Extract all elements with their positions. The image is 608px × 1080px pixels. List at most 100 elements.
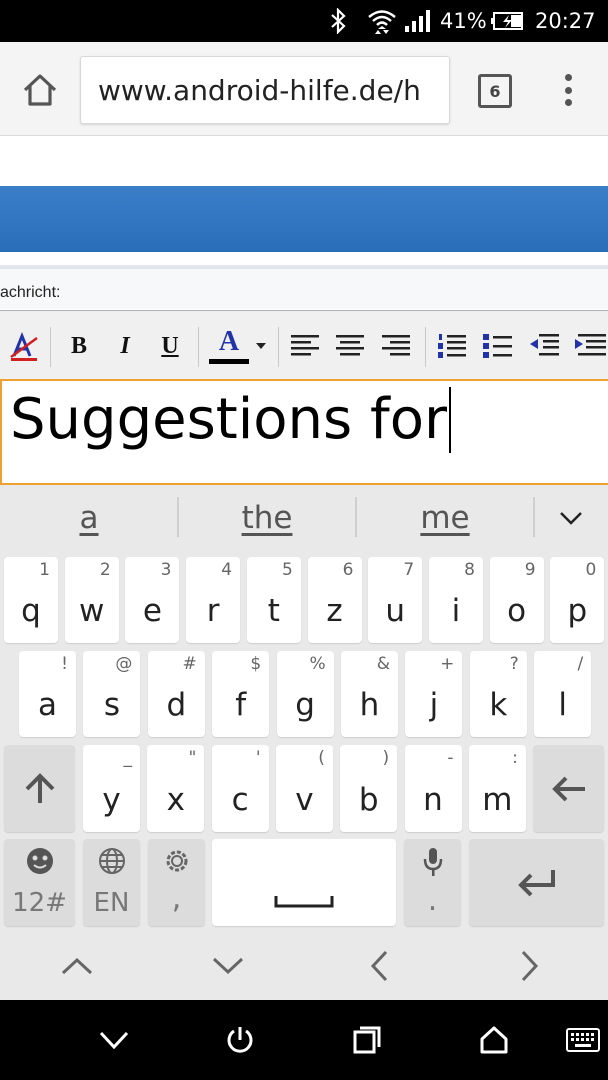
- power-button[interactable]: [210, 1000, 270, 1080]
- key-r[interactable]: 4r: [186, 557, 241, 643]
- key-k[interactable]: ? k: [469, 651, 527, 737]
- cursor-up-button[interactable]: [37, 932, 117, 1000]
- key-u[interactable]: 7u: [368, 557, 423, 643]
- key-hint: 6: [342, 560, 354, 580]
- font-color-button[interactable]: A: [206, 323, 252, 369]
- key-g[interactable]: % g: [276, 651, 334, 737]
- key-a[interactable]: ! a: [19, 651, 76, 737]
- symbols-key[interactable]: 12#: [4, 839, 75, 926]
- key-n[interactable]: -n: [404, 745, 462, 832]
- period-key[interactable]: .: [404, 839, 461, 926]
- key-f[interactable]: $ f: [212, 651, 270, 737]
- align-left-icon: [291, 335, 319, 356]
- chevron-left-icon: [370, 950, 388, 982]
- key-label: m: [482, 782, 513, 818]
- soft-keyboard: a the me 1q2w3e4r5t6z7u8i9o0p ! a @ s # d $ f% g…: [0, 485, 608, 1000]
- message-editor[interactable]: Suggestions for: [0, 379, 608, 485]
- battery-percent: 41%: [440, 9, 487, 33]
- key-hint: 4: [221, 560, 233, 580]
- key-hint: @: [115, 654, 133, 674]
- ordered-list-button[interactable]: [434, 323, 470, 369]
- key-p[interactable]: 0p: [550, 557, 605, 643]
- web-page: achricht: B I U A Suggestions for: [0, 137, 608, 485]
- key-t[interactable]: 5t: [246, 557, 301, 643]
- enter-key[interactable]: [469, 839, 604, 926]
- space-key[interactable]: [212, 839, 396, 926]
- key-z[interactable]: 6z: [307, 557, 362, 643]
- outdent-button[interactable]: [527, 323, 563, 369]
- hide-keyboard-button[interactable]: [84, 1000, 144, 1080]
- cursor-down-button[interactable]: [188, 932, 268, 1000]
- backspace-key[interactable]: [533, 745, 604, 832]
- cursor-left-button[interactable]: [339, 932, 419, 1000]
- font-color-dropdown[interactable]: [254, 323, 268, 369]
- home-icon: [480, 1026, 508, 1054]
- space-bar-icon: [274, 896, 334, 908]
- key-v[interactable]: (v: [275, 745, 333, 832]
- message-label: achricht:: [0, 284, 61, 301]
- cursor-right-button[interactable]: [490, 932, 570, 1000]
- key-h[interactable]: & h: [341, 651, 398, 737]
- bold-button[interactable]: B: [64, 323, 94, 369]
- key-hint: 3: [160, 560, 172, 580]
- key-x[interactable]: " x: [147, 745, 205, 832]
- overflow-menu-button[interactable]: [556, 70, 580, 110]
- key-hint: ): [382, 748, 390, 768]
- suggestion-1[interactable]: a: [0, 485, 178, 550]
- key-hint: ': [255, 748, 261, 768]
- shift-key[interactable]: [4, 745, 75, 832]
- globe-icon: [98, 848, 125, 874]
- suggestion-2[interactable]: the: [178, 485, 356, 550]
- align-right-button[interactable]: [379, 323, 413, 369]
- key-s[interactable]: @ s: [83, 651, 141, 737]
- key-y[interactable]: _ y: [83, 745, 140, 832]
- home-nav-button[interactable]: [464, 1000, 524, 1080]
- key-label: a: [38, 687, 57, 723]
- comma-key[interactable]: ,: [148, 839, 205, 926]
- key-label: q: [21, 593, 41, 629]
- align-center-button[interactable]: [333, 323, 367, 369]
- overflow-menu-icon: [564, 74, 572, 81]
- key-b[interactable]: ) b: [340, 745, 398, 832]
- suggestion-3[interactable]: me: [356, 485, 534, 550]
- home-icon: [23, 74, 57, 106]
- enter-arrow-icon: [517, 869, 555, 896]
- tab-count: 6: [489, 81, 501, 101]
- font-color-swatch: [209, 359, 249, 364]
- home-button[interactable]: [18, 68, 62, 112]
- key-label: y: [102, 782, 121, 818]
- key-o[interactable]: 9o: [489, 557, 544, 643]
- key-c[interactable]: ' c: [211, 745, 269, 832]
- underline-button[interactable]: U: [155, 323, 185, 369]
- key-label: x: [166, 782, 185, 818]
- indent-button[interactable]: [572, 323, 608, 369]
- expand-suggestions-button[interactable]: [534, 485, 608, 550]
- recents-button[interactable]: [337, 1000, 397, 1080]
- key-m[interactable]: :m: [468, 745, 526, 832]
- key-w[interactable]: 2w: [64, 557, 119, 643]
- language-key[interactable]: EN: [83, 839, 140, 926]
- align-left-button[interactable]: [288, 323, 322, 369]
- backspace-arrow-icon: [551, 776, 585, 801]
- remove-format-button[interactable]: [6, 323, 42, 369]
- url-field[interactable]: www.android-hilfe.de/h: [80, 56, 450, 124]
- key-hint: 0: [585, 560, 597, 580]
- key-j[interactable]: + j: [405, 651, 463, 737]
- tab-switcher-button[interactable]: 6: [478, 74, 512, 108]
- suggestion-strip: a the me: [0, 485, 608, 550]
- key-l[interactable]: / l: [534, 651, 592, 737]
- hide-keyboard-icon: [99, 1031, 129, 1049]
- key-hint: ": [188, 748, 197, 768]
- italic-button[interactable]: I: [110, 323, 140, 369]
- key-i[interactable]: 8i: [428, 557, 483, 643]
- key-label: b: [358, 782, 379, 818]
- keyboard-icon: [566, 1028, 600, 1052]
- key-label: n: [423, 782, 443, 818]
- keyboard-switch-button[interactable]: [553, 1000, 608, 1080]
- key-e[interactable]: 3e: [125, 557, 180, 643]
- chevron-down-icon: [256, 343, 266, 349]
- key-d[interactable]: # d: [147, 651, 205, 737]
- unordered-list-button[interactable]: [480, 323, 516, 369]
- key-hint: 9: [524, 560, 536, 580]
- key-q[interactable]: 1q: [4, 557, 58, 643]
